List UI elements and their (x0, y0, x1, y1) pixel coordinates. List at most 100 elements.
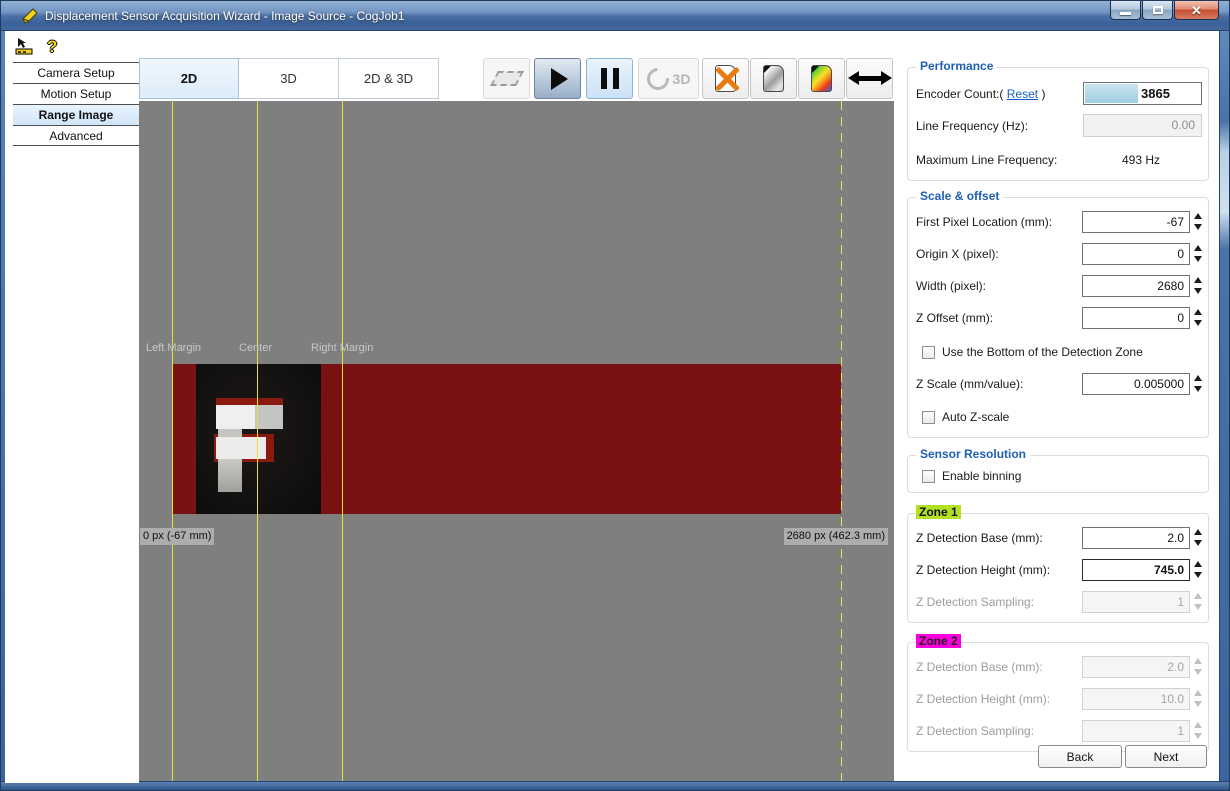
z-offset-spinner[interactable]: 0 (1082, 307, 1202, 329)
spin-down-icon (1194, 604, 1202, 610)
spinner-arrows[interactable] (1194, 277, 1202, 294)
sidebar-item-range-image[interactable]: Range Image (13, 104, 139, 125)
spin-up-icon (1194, 593, 1202, 599)
width-pixel-spinner[interactable]: 2680 (1082, 275, 1202, 297)
spin-up-icon (1194, 690, 1202, 696)
zone1-base-label: Z Detection Base (mm): (916, 531, 1043, 545)
close-button[interactable]: ✕ (1174, 1, 1219, 20)
origin-x-label: Origin X (pixel): (916, 247, 999, 261)
scale-offset-group: Scale & offset First Pixel Location (mm)… (907, 197, 1209, 438)
spin-down-icon (1194, 320, 1202, 326)
tab-2d-and-3d[interactable]: 2D & 3D (339, 58, 439, 99)
auto-z-scale-label: Auto Z-scale (942, 410, 1009, 424)
view-tabstrip: 2D 3D 2D & 3D (139, 58, 439, 99)
right-margin-label: Right Margin (311, 342, 373, 354)
zone2-title: Zone 2 (916, 634, 961, 648)
pointer-measure-icon[interactable] (15, 37, 37, 57)
play-icon (551, 68, 568, 90)
colormap-grayscale-icon (763, 65, 784, 92)
spinner-arrows[interactable] (1194, 309, 1202, 326)
line-frequency-label: Line Frequency (Hz): (916, 119, 1028, 133)
spin-up-icon (1194, 722, 1202, 728)
sensor-resolution-group: Sensor Resolution Enable binning (907, 455, 1209, 493)
zone2-sampling-label: Z Detection Sampling: (916, 724, 1034, 738)
spinner-arrows[interactable] (1194, 529, 1202, 546)
colormap-grayscale-button[interactable] (750, 58, 797, 99)
encoder-count-field[interactable]: 3865 (1083, 82, 1202, 105)
colormap-none-button[interactable] (702, 58, 749, 99)
zone1-height-label: Z Detection Height (mm): (916, 563, 1050, 577)
encoder-reset-link[interactable]: Reset (1007, 87, 1038, 101)
back-button[interactable]: Back (1038, 745, 1122, 768)
title-bar[interactable]: Displacement Sensor Acquisition Wizard -… (1, 1, 1230, 31)
sidebar-item-camera-setup[interactable]: Camera Setup (13, 62, 139, 83)
window-title: Displacement Sensor Acquisition Wizard -… (45, 9, 405, 23)
reset-3d-view-button[interactable]: 3D (638, 58, 699, 99)
enable-binning-label: Enable binning (942, 469, 1021, 483)
tab-3d[interactable]: 3D (239, 58, 339, 99)
auto-z-scale-checkbox[interactable] (922, 411, 935, 424)
zone1-base-spinner[interactable]: 2.0 (1082, 527, 1202, 549)
zone2-base-label: Z Detection Base (mm): (916, 660, 1043, 674)
origin-x-spinner[interactable]: 0 (1082, 243, 1202, 265)
tab-2d[interactable]: 2D (139, 58, 239, 99)
spin-up-icon (1194, 245, 1202, 251)
performance-title: Performance (916, 59, 997, 73)
scale-offset-title: Scale & offset (916, 189, 1003, 203)
left-margin-line[interactable] (172, 101, 173, 781)
spinner-arrows[interactable] (1194, 561, 1202, 578)
region-select-button[interactable] (483, 58, 530, 99)
sidebar-item-motion-setup[interactable]: Motion Setup (13, 83, 139, 104)
use-bottom-label: Use the Bottom of the Detection Zone (942, 345, 1143, 359)
maximize-button[interactable] (1142, 1, 1173, 20)
play-button[interactable] (534, 58, 581, 99)
range-image-canvas[interactable]: Left Margin Center Right Margin 0 px (-6… (139, 101, 894, 781)
spin-down-icon (1194, 386, 1202, 392)
window-border-right (1219, 31, 1229, 783)
max-line-frequency-label: Maximum Line Frequency: (916, 153, 1057, 167)
spin-up-icon (1194, 375, 1202, 381)
spinner-arrows[interactable] (1194, 213, 1202, 230)
zone1-height-spinner[interactable]: 745.0 (1082, 559, 1202, 581)
next-button[interactable]: Next (1125, 745, 1207, 768)
zone2-group: Zone 2 Z Detection Base (mm): 2.0 Z Dete… (907, 642, 1209, 752)
sidebar-item-advanced[interactable]: Advanced (13, 125, 139, 146)
spin-down-icon (1194, 733, 1202, 739)
region-select-icon (490, 71, 524, 86)
spin-up-icon (1194, 309, 1202, 315)
fit-width-button[interactable] (846, 58, 893, 99)
wizard-nav: Camera Setup Motion Setup Range Image Ad… (13, 62, 139, 146)
right-margin-line[interactable] (342, 101, 343, 781)
spinner-arrows (1194, 690, 1202, 707)
object-brick-middle (216, 437, 266, 459)
colormap-none-icon (715, 65, 736, 92)
spinner-arrows[interactable] (1194, 245, 1202, 262)
app-window: Displacement Sensor Acquisition Wizard -… (0, 0, 1230, 791)
zone2-base-spinner: 2.0 (1082, 656, 1202, 678)
minimize-button[interactable] (1110, 1, 1141, 20)
zone2-sampling-spinner: 1 (1082, 720, 1202, 742)
app-icon (21, 7, 41, 25)
zone1-group: Zone 1 Z Detection Base (mm): 2.0 Z Dete… (907, 513, 1209, 623)
use-bottom-checkbox[interactable] (922, 346, 935, 359)
spin-up-icon (1194, 277, 1202, 283)
zone1-title: Zone 1 (916, 505, 961, 519)
encoder-count-label: Encoder Count:( Reset ) (916, 87, 1045, 101)
pause-button[interactable] (586, 58, 633, 99)
z-scale-label: Z Scale (mm/value): (916, 377, 1023, 391)
sidebar: ? Camera Setup Motion Setup Range Image … (5, 31, 139, 783)
spin-down-icon (1194, 256, 1202, 262)
enable-binning-checkbox[interactable] (922, 470, 935, 483)
center-line[interactable] (257, 101, 258, 781)
first-pixel-location-spinner[interactable]: -67 (1082, 211, 1202, 233)
spin-down-icon (1194, 288, 1202, 294)
zone2-height-spinner: 10.0 (1082, 688, 1202, 710)
z-scale-spinner[interactable]: 0.005000 (1082, 373, 1202, 395)
zone2-height-label: Z Detection Height (mm): (916, 692, 1050, 706)
colormap-rainbow-button[interactable] (798, 58, 845, 99)
spin-down-icon (1194, 669, 1202, 675)
sensor-resolution-title: Sensor Resolution (916, 447, 1030, 461)
help-icon[interactable]: ? (47, 37, 57, 57)
spinner-arrows[interactable] (1194, 375, 1202, 392)
zone1-sampling-label: Z Detection Sampling: (916, 595, 1034, 609)
